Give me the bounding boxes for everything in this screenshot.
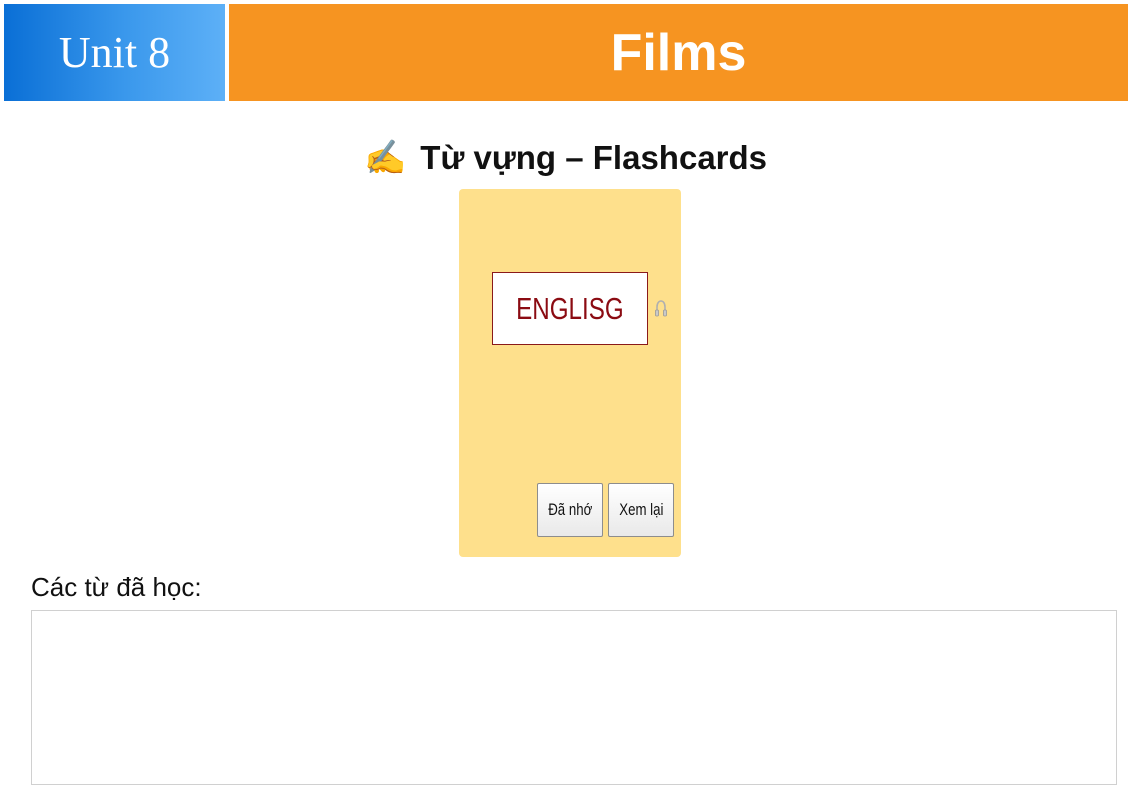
speaker-icon[interactable] — [654, 299, 668, 321]
flashcard-word: ENGLISG — [516, 290, 624, 326]
flashcard-panel: ENGLISG Đã nhớ Xem lại — [459, 189, 681, 557]
writing-hand-icon: ✍ — [363, 139, 407, 177]
section-heading-text: Từ vựng – Flashcards — [420, 139, 768, 176]
page-title: Films — [610, 23, 747, 82]
review-button[interactable]: Xem lại — [608, 483, 674, 537]
learned-words-box — [31, 610, 1117, 785]
unit-label: Unit 8 — [58, 28, 171, 77]
remembered-button[interactable]: Đã nhớ — [537, 483, 603, 537]
remembered-button-label: Đã nhớ — [547, 500, 593, 519]
section-heading: ✍ Từ vựng – Flashcards — [0, 138, 1131, 178]
learned-words-label: Các từ đã học: — [31, 572, 202, 602]
unit-banner: Unit 8 — [4, 4, 225, 101]
review-button-label: Xem lại — [618, 500, 664, 519]
title-banner: Films — [229, 4, 1128, 101]
flashcard-word-box[interactable]: ENGLISG — [492, 272, 648, 345]
